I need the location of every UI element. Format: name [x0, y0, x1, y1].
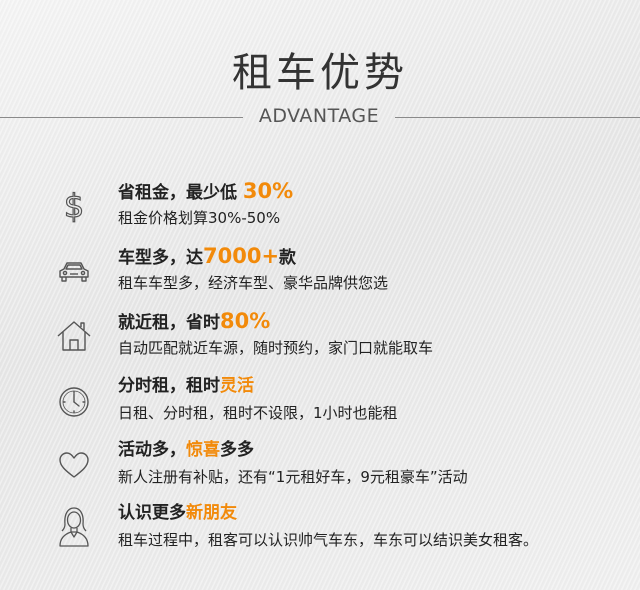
advantage-item-friends: 认识更多新朋友 租车过程中，租客可以认识帅气车东，车东可以结识美女租客。: [50, 500, 630, 560]
item-highlight: 惊喜: [186, 440, 220, 460]
item-description: 新人注册有补贴，还有“1元租好车，9元租豪车”活动: [118, 468, 468, 486]
clock-icon: [56, 383, 92, 419]
person-icon: [56, 504, 92, 548]
advantage-item-models: 车型多，达7000+款 租车车型多，经济车型、豪华品牌供您选: [50, 243, 630, 303]
svg-text:$: $: [64, 188, 84, 224]
divider-left: [0, 117, 243, 118]
house-icon: [56, 318, 92, 354]
item-heading: 车型多，达7000+款: [118, 244, 297, 268]
item-description: 自动匹配就近车源，随时预约，家门口就能取车: [118, 339, 434, 357]
advantage-item-hourly: 分时租，租时灵活 日租、分时租，租时不设限，1小时也能租: [50, 373, 630, 433]
item-description: 日租、分时租，租时不设限，1小时也能租: [118, 404, 398, 422]
item-highlight: 7000+: [203, 244, 280, 268]
item-heading: 活动多，惊喜多多: [118, 440, 254, 460]
divider-right: [395, 117, 640, 118]
item-highlight: 80%: [220, 309, 271, 333]
item-description: 租金价格划算30%-50%: [118, 209, 281, 227]
item-heading: 分时租，租时灵活: [118, 376, 254, 396]
item-description: 租车过程中，租客可以认识帅气车东，车东可以结识美女租客。: [118, 531, 539, 549]
item-heading: 省租金，最少低 30%: [118, 179, 294, 203]
item-highlight: 灵活: [220, 376, 254, 396]
car-icon: [56, 253, 92, 289]
advantage-item-savings: $ 省租金，最少低 30% 租金价格划算30%-50%: [50, 178, 630, 238]
subtitle-row: ADVANTAGE: [0, 105, 640, 131]
item-heading: 认识更多新朋友: [118, 503, 237, 523]
item-highlight: 新朋友: [186, 503, 237, 523]
advantage-item-nearby: 就近租，省时80% 自动匹配就近车源，随时预约，家门口就能取车: [50, 308, 630, 368]
item-heading: 就近租，省时80%: [118, 309, 271, 333]
item-description: 租车车型多，经济车型、豪华品牌供您选: [118, 274, 389, 292]
page-subtitle: ADVANTAGE: [258, 105, 380, 127]
dollar-icon: $: [56, 188, 92, 224]
page-title: 租车优势: [232, 50, 408, 96]
heart-icon: [56, 447, 92, 483]
advantage-panel: 租车优势 ADVANTAGE $ 省租金，最少低 30% 租金价格划算30%-5…: [0, 0, 640, 590]
item-highlight: 30%: [242, 179, 294, 203]
advantage-item-events: 活动多，惊喜多多 新人注册有补贴，还有“1元租好车，9元租豪车”活动: [50, 437, 630, 497]
